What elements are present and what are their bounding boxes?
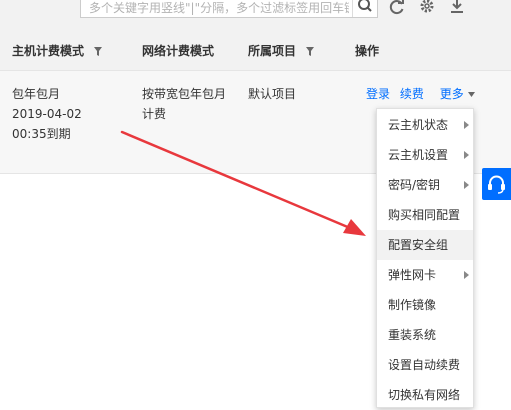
menu-item-label: 设置自动续费 [388, 358, 461, 372]
project-cell: 默认项目 [248, 87, 297, 101]
menu-item-reinstall-system[interactable]: 重装系统 [377, 320, 473, 350]
menu-item-password-key[interactable]: 密码/密钥 [377, 170, 473, 200]
column-header-label: 操作 [355, 44, 380, 58]
search-input[interactable]: 多个关键字用竖线"|"分隔，多个过滤标签用回车键分隔 [80, 0, 378, 18]
toolbar: 多个关键字用竖线"|"分隔，多个过滤标签用回车键分隔 [0, 0, 511, 30]
search-icon [358, 0, 372, 12]
more-actions-menu: 云主机状态 云主机设置 密码/密钥 购买相同配置 配置安全组 弹性网卡 制作镜像… [376, 108, 474, 408]
menu-item-label: 云主机状态 [388, 118, 449, 132]
menu-item-instance-status[interactable]: 云主机状态 [377, 110, 473, 140]
search-button[interactable] [352, 0, 377, 17]
expiry-time: 00:35到期 [12, 127, 71, 141]
refresh-icon [389, 0, 404, 15]
filter-icon[interactable] [94, 47, 103, 56]
caret-down-icon [467, 92, 475, 97]
menu-item-label: 配置安全组 [388, 238, 449, 252]
menu-item-configure-security-group[interactable]: 配置安全组 [377, 230, 473, 260]
menu-item-label: 云主机设置 [388, 148, 449, 162]
settings-button[interactable] [418, 0, 436, 16]
column-header-label: 网络计费模式 [142, 44, 215, 58]
billing-mode-cell: 包年包月 2019-04-02 00:35到期 [12, 84, 82, 144]
column-header-actions: 操作 [355, 42, 379, 59]
network-billing-text: 按带宽包年包月 [142, 87, 227, 101]
column-header-network: 网络计费模式 [142, 42, 214, 59]
filter-icon[interactable] [306, 47, 315, 56]
download-icon [451, 0, 463, 13]
menu-item-instance-settings[interactable]: 云主机设置 [377, 140, 473, 170]
menu-item-create-image[interactable]: 制作镜像 [377, 290, 473, 320]
column-header-billing[interactable]: 主机计费模式 [12, 42, 103, 59]
menu-item-label: 切换私有网络 [388, 388, 461, 402]
billing-mode-text: 包年包月 [12, 87, 61, 101]
submenu-arrow-icon [464, 271, 469, 279]
menu-item-elastic-nic[interactable]: 弹性网卡 [377, 260, 473, 290]
menu-item-label: 密码/密钥 [388, 178, 441, 192]
menu-item-buy-same-config[interactable]: 购买相同配置 [377, 200, 473, 230]
menu-item-auto-renew[interactable]: 设置自动续费 [377, 350, 473, 380]
network-billing-cell: 按带宽包年包月 计费 [142, 84, 226, 124]
renew-link[interactable]: 续费 [400, 87, 424, 101]
menu-item-label: 弹性网卡 [388, 268, 437, 282]
menu-item-switch-vpc[interactable]: 切换私有网络 [377, 380, 473, 410]
submenu-arrow-icon [464, 121, 469, 129]
submenu-arrow-icon [464, 181, 469, 189]
gear-icon [420, 0, 434, 13]
menu-item-label: 购买相同配置 [388, 208, 461, 222]
refresh-button[interactable] [388, 0, 406, 16]
login-link[interactable]: 登录 [366, 87, 390, 101]
help-button[interactable] [482, 168, 511, 200]
column-header-label: 所属项目 [248, 44, 297, 58]
table-header: 主机计费模式 网络计费模式 所属项目 操作 [0, 30, 511, 71]
menu-item-label: 制作镜像 [388, 298, 437, 312]
network-billing-text-cont: 计费 [142, 107, 167, 121]
column-header-label: 主机计费模式 [12, 44, 85, 58]
actions-cell: 登录 续费 更多 [366, 84, 475, 104]
menu-item-label: 重装系统 [388, 328, 437, 342]
download-button[interactable] [448, 0, 466, 16]
headset-icon [488, 175, 505, 194]
submenu-arrow-icon [464, 151, 469, 159]
more-dropdown[interactable]: 更多 [440, 87, 475, 101]
more-label: 更多 [439, 87, 464, 101]
expiry-date: 2019-04-02 [12, 107, 82, 121]
column-header-project[interactable]: 所属项目 [248, 42, 315, 59]
search-placeholder: 多个关键字用竖线"|"分隔，多个过滤标签用回车键分隔 [89, 1, 349, 15]
